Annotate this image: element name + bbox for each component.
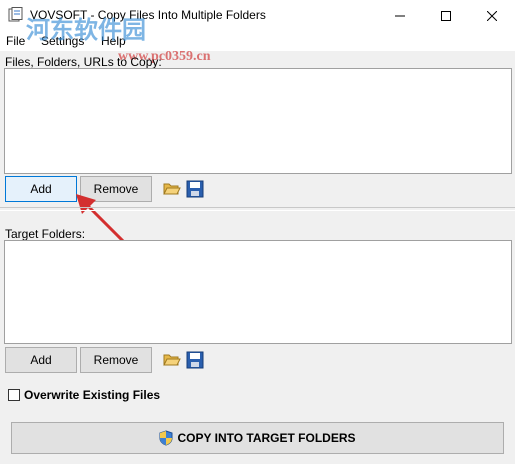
folder-open-icon [163,183,181,195]
copy-into-target-folders-button[interactable]: COPY INTO TARGET FOLDERS [11,422,504,454]
sources-list[interactable] [4,68,512,174]
save-disk-icon [186,351,204,369]
targets-open-button[interactable] [161,349,183,371]
overwrite-label[interactable]: Overwrite Existing Files [24,388,160,402]
sources-save-button[interactable] [184,178,206,200]
sources-open-button[interactable] [161,178,183,200]
targets-label: Target Folders: [5,227,86,241]
maximize-button[interactable] [423,0,469,31]
minimize-icon [395,15,405,16]
maximize-icon [441,10,451,21]
targets-list[interactable] [4,240,512,344]
close-button[interactable] [469,0,515,31]
sources-add-button[interactable]: Add [5,176,77,202]
splitter-handle[interactable] [0,207,515,211]
copy-button-label: COPY INTO TARGET FOLDERS [177,431,356,445]
folder-open-icon [163,354,181,366]
watermark-logo: 河东软件园 [26,16,146,44]
targets-remove-button[interactable]: Remove [80,347,152,373]
sources-label: Files, Folders, URLs to Copy: [5,55,162,69]
targets-add-button[interactable]: Add [5,347,77,373]
targets-save-button[interactable] [184,349,206,371]
save-disk-icon [186,180,204,198]
app-icon [8,7,23,22]
minimize-button[interactable] [377,0,423,31]
menu-file[interactable]: File [6,34,25,48]
close-icon [487,10,497,21]
overwrite-checkbox[interactable] [8,389,20,401]
uac-shield-icon [159,430,173,446]
